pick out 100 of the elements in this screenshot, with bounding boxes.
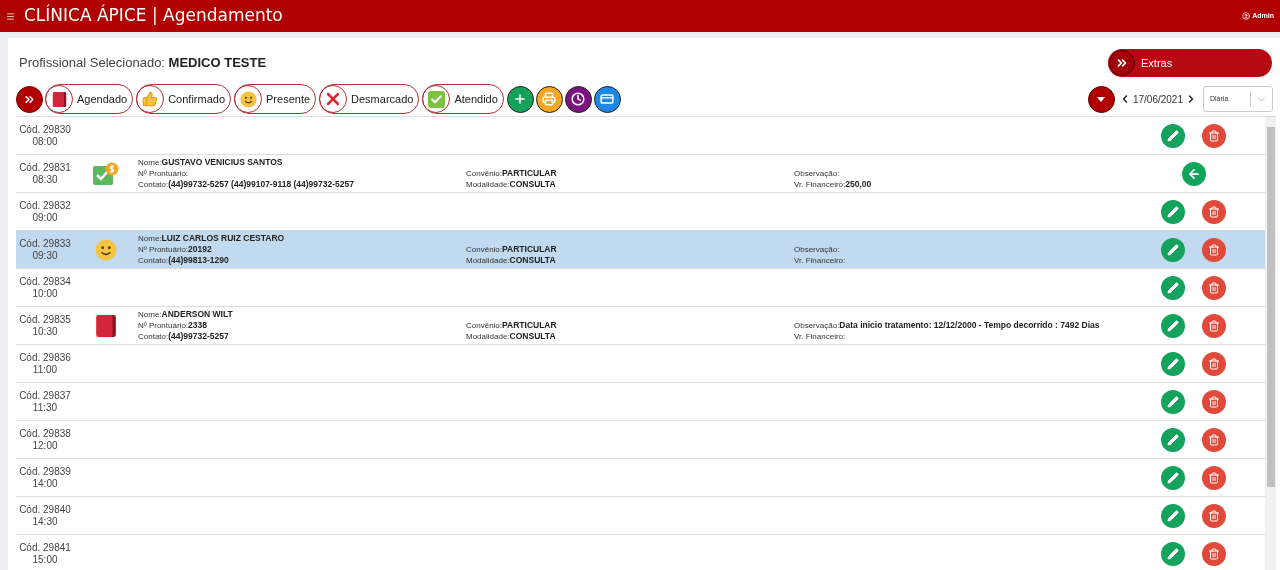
appointment-code: Cód. 29835 (18, 313, 72, 326)
edit-button[interactable] (1161, 123, 1185, 148)
field-text: Convênio:PARTICULAR (466, 168, 558, 179)
field-text: Modalidade:CONSULTA (466, 331, 557, 342)
field-text: Convênio:PARTICULAR (466, 320, 558, 331)
paid-check-icon (93, 161, 119, 186)
edit-icon (1167, 205, 1179, 218)
smiley-icon (95, 238, 117, 261)
trash-icon (1208, 205, 1220, 218)
delete-button[interactable] (1202, 199, 1226, 224)
appointment-time: 11:00 (31, 363, 59, 376)
appointment-time: 14:00 (31, 477, 59, 490)
field-text: Contato:(44)99732-5257 (44)99107-9118 (44)99732-5257 (138, 179, 355, 190)
edit-button[interactable] (1161, 237, 1185, 262)
appointment-code: Cód. 29833 (18, 237, 72, 250)
field-text: Nº Prontuário: (138, 168, 190, 179)
print-icon (542, 92, 557, 106)
trash-icon (1208, 395, 1220, 408)
field-text: Nº Prontuário:20192 (138, 244, 213, 255)
appointment-code: Cód. 29838 (18, 427, 72, 440)
field-text: Observação: (794, 168, 841, 179)
trash-icon (1208, 433, 1220, 446)
delete-button[interactable] (1202, 237, 1226, 262)
edit-button[interactable] (1161, 389, 1185, 414)
menu-icon[interactable] (6, 11, 15, 21)
return-button[interactable] (1181, 161, 1206, 186)
card-button[interactable] (593, 85, 621, 113)
field-text: Vr. Financeiro: (794, 255, 847, 266)
delete-button[interactable] (1202, 503, 1226, 528)
delete-button[interactable] (1202, 351, 1226, 376)
add-button[interactable] (506, 85, 534, 113)
field-text: Convênio:PARTICULAR (466, 244, 558, 255)
field-text: Contato:(44)99813-1290 (138, 255, 230, 266)
edit-button[interactable] (1161, 313, 1185, 338)
edit-icon (1167, 433, 1179, 446)
user-icon (1242, 12, 1251, 20)
field-text: Modalidade:CONSULTA (466, 255, 557, 266)
thumbs-up-icon (142, 91, 159, 107)
caret-icon (1097, 96, 1106, 102)
dropdown-button[interactable] (1087, 85, 1115, 113)
appointment-code: Cód. 29837 (18, 389, 72, 402)
appointment-time: 11:30 (31, 401, 59, 414)
field-text: Modalidade:CONSULTA (466, 179, 557, 190)
trash-icon (1208, 471, 1220, 484)
clock-button[interactable] (564, 85, 592, 113)
trash-icon (1208, 281, 1220, 294)
book-icon (95, 313, 117, 338)
delete-button[interactable] (1202, 313, 1226, 338)
book-icon (51, 90, 67, 108)
trash-icon (1208, 547, 1220, 560)
edit-button[interactable] (1161, 541, 1185, 566)
delete-button[interactable] (1202, 465, 1226, 490)
expand-button[interactable] (16, 85, 43, 113)
scrollbar[interactable] (1265, 117, 1276, 570)
appointment-time: 09:30 (31, 249, 59, 262)
delete-button[interactable] (1202, 123, 1226, 148)
trash-icon (1208, 319, 1220, 332)
delete-button[interactable] (1202, 541, 1226, 566)
appointment-time: 10:00 (31, 287, 59, 300)
appointment-code: Cód. 29831 (18, 161, 72, 174)
delete-button[interactable] (1202, 275, 1226, 300)
edit-icon (1167, 547, 1179, 560)
appointment-time: 12:00 (31, 439, 59, 452)
edit-button[interactable] (1161, 465, 1185, 490)
field-text: Observação:Data inicio tratamento: 12/12/2000 - Tempo decorrido : 7492 Dias (794, 320, 1101, 331)
smiley-icon (239, 90, 257, 108)
edit-icon (1167, 281, 1179, 294)
edit-button[interactable] (1161, 351, 1185, 376)
appointment-time: 08:00 (31, 135, 59, 148)
clock-icon (571, 92, 586, 106)
trash-icon (1208, 509, 1220, 522)
appointment-code: Cód. 29830 (18, 123, 72, 136)
edit-icon (1167, 357, 1179, 370)
trash-icon (1208, 357, 1220, 370)
appointment-row[interactable]: Cód. 29833 09:30 Nome:LUIZ CARLOS RUIZ CESTARO Nº Prontuário:20192 Contato:(44)99813-1290 Convênio:PARTICULAR Modalidade:CONSULTA Observação: Vr. Financeiro: (16, 231, 1265, 269)
edit-icon (1167, 129, 1179, 142)
app-title: CLÍNICA ÁPICE | Agendamento (24, 3, 283, 28)
edit-button[interactable] (1161, 503, 1185, 528)
extras-button[interactable]: Extras (1108, 49, 1272, 77)
print-button[interactable] (535, 85, 563, 113)
trash-icon (1208, 129, 1220, 142)
appointment-time: 09:00 (31, 211, 59, 224)
trash-icon (1208, 243, 1220, 256)
delete-button[interactable] (1202, 389, 1226, 414)
chevrons-icon (1115, 56, 1129, 70)
edit-button[interactable] (1161, 427, 1185, 452)
appointment-code: Cód. 29839 (18, 465, 72, 478)
field-text: Observação: (794, 244, 841, 255)
edit-button[interactable] (1161, 275, 1185, 300)
date-text: 17/06/2021 (1132, 92, 1183, 107)
field-text: Nome:ANDERSON WILT (138, 309, 234, 320)
delete-button[interactable] (1202, 427, 1226, 452)
field-text: Contato:(44)99732-5257 (138, 331, 230, 342)
appointment-code: Cód. 29834 (18, 275, 72, 288)
card-icon (600, 92, 615, 106)
edit-button[interactable] (1161, 199, 1185, 224)
appointment-time: 08:30 (31, 173, 59, 186)
field-text: Vr. Financeiro: (794, 331, 847, 342)
appointment-code: Cód. 29832 (18, 199, 72, 212)
add-icon (513, 92, 528, 106)
